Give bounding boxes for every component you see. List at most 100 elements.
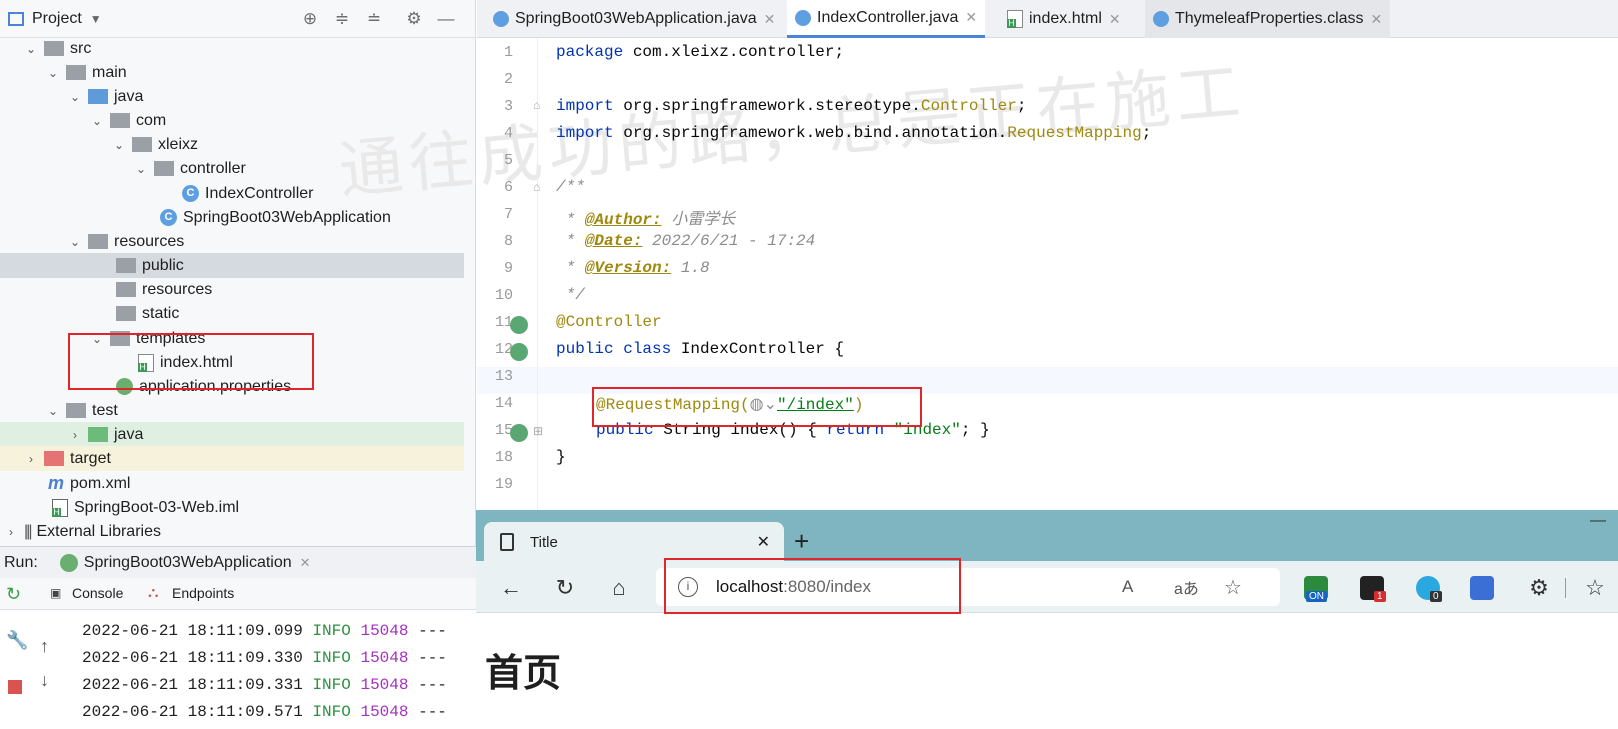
- wrench-icon[interactable]: 🔧: [6, 630, 28, 651]
- minimize-window-icon[interactable]: —: [1590, 512, 1606, 530]
- extensions-icon[interactable]: ⚙: [1526, 575, 1552, 601]
- translate-page-icon[interactable]: aあ: [1174, 575, 1199, 599]
- endpoints-icon: ⛬: [148, 584, 159, 601]
- tree-item-static[interactable]: static: [0, 301, 464, 326]
- rerun-icon[interactable]: ↻: [6, 584, 21, 605]
- chevron-down-icon[interactable]: ⌄: [134, 162, 148, 176]
- tree-item-test-java[interactable]: › java: [0, 422, 464, 447]
- folder-icon: [116, 258, 136, 273]
- class-icon: C: [182, 185, 199, 202]
- run-config-tab[interactable]: SpringBoot03WebApplication: [84, 554, 292, 572]
- fold-icon[interactable]: ⌂: [533, 180, 540, 194]
- line-number: 5: [503, 152, 513, 169]
- run-subtoolbar: ↻ ▣ Console ⛬ Endpoints: [0, 578, 476, 610]
- tree-item-resources[interactable]: ⌄ resources: [0, 229, 464, 254]
- tree-item-label: java: [114, 425, 144, 443]
- tree-item-application[interactable]: C SpringBoot03WebApplication: [0, 205, 464, 230]
- line-number: 3: [503, 98, 513, 115]
- chevron-right-icon[interactable]: ›: [24, 452, 38, 466]
- back-icon[interactable]: ←: [498, 575, 524, 601]
- gear-icon[interactable]: ⚙: [404, 9, 424, 29]
- tree-item-resources-sub[interactable]: resources: [0, 277, 464, 302]
- minimize-icon[interactable]: —: [436, 9, 456, 29]
- tab-index-html[interactable]: index.html✕: [999, 0, 1129, 38]
- tree-item-main[interactable]: ⌄ main: [0, 60, 464, 85]
- resources-folder-icon: [88, 234, 108, 249]
- folder-icon: [66, 65, 86, 80]
- spring-bean-gutter-icon[interactable]: [510, 343, 528, 361]
- run-label: Run:: [4, 553, 38, 571]
- line-number: 2: [503, 71, 513, 88]
- read-aloud-icon[interactable]: A: [1122, 577, 1133, 597]
- folder-icon: [44, 41, 64, 56]
- code-line-12: public class IndexController {: [556, 340, 845, 358]
- tree-item-src[interactable]: ⌄ src: [0, 36, 464, 61]
- close-icon[interactable]: ✕: [300, 555, 311, 571]
- chevron-down-icon[interactable]: ⌄: [24, 42, 38, 56]
- close-icon[interactable]: ✕: [764, 11, 776, 28]
- spring-boot-icon: [59, 553, 78, 572]
- tree-item-public[interactable]: public: [0, 253, 464, 278]
- close-icon[interactable]: ✕: [1371, 11, 1383, 28]
- close-icon[interactable]: ✕: [965, 9, 977, 26]
- tree-item-java[interactable]: ⌄ java: [0, 84, 464, 109]
- html-file-icon: [1007, 10, 1023, 28]
- tab-springboot03webapplication[interactable]: SpringBoot03WebApplication.java ✕: [485, 0, 783, 38]
- tree-item-label: resources: [114, 232, 185, 250]
- fold-icon[interactable]: ⌂: [533, 98, 540, 112]
- favorite-icon[interactable]: ☆: [1224, 575, 1242, 600]
- code-line-18: }: [556, 448, 566, 466]
- new-tab-button[interactable]: +: [794, 526, 809, 557]
- tree-item-label: static: [142, 304, 180, 322]
- tree-item-label: resources: [142, 280, 213, 298]
- tree-item-label: IndexController: [205, 184, 314, 202]
- folder-icon: [116, 306, 136, 321]
- chevron-down-icon[interactable]: ⌄: [46, 404, 60, 418]
- tree-item-target[interactable]: › target: [0, 446, 464, 471]
- tree-item-label: External Libraries: [36, 522, 161, 540]
- arrow-up-icon[interactable]: ↑: [40, 636, 49, 657]
- code-line-1: package com.xleixz.controller;: [556, 43, 845, 61]
- favorites-icon[interactable]: ☆: [1582, 575, 1608, 601]
- spring-bean-gutter-icon[interactable]: [510, 316, 528, 334]
- tree-item-pom[interactable]: m pom.xml: [0, 471, 464, 496]
- translate-extension-icon[interactable]: [1470, 576, 1494, 600]
- chevron-down-icon[interactable]: ⌄: [90, 114, 104, 128]
- code-line-4: import org.springframework.web.bind.anno…: [556, 124, 1152, 142]
- fold-icon[interactable]: ⊞: [533, 424, 543, 438]
- expand-all-icon[interactable]: ≑: [332, 9, 352, 29]
- chevron-down-icon[interactable]: ⌄: [112, 138, 126, 152]
- code-editor[interactable]: 通往成功的路，总是正在施工 1 2 3 4 5 6 7 8 9 10 11 12…: [336, 0, 1618, 510]
- arrow-down-icon[interactable]: ↓: [40, 670, 49, 691]
- tab-indexcontroller[interactable]: IndexController.java ✕: [787, 0, 986, 38]
- tree-item-external-libraries[interactable]: › ||| External Libraries: [0, 519, 464, 544]
- tab-thymeleafproperties[interactable]: ThymeleafProperties.class ✕: [1145, 0, 1391, 38]
- request-mapping-highlight-box: [592, 387, 922, 427]
- chevron-right-icon[interactable]: ›: [4, 525, 18, 539]
- package-icon: [154, 161, 174, 176]
- chevron-down-icon[interactable]: ⌄: [68, 235, 82, 249]
- console-tab[interactable]: Console: [72, 585, 123, 601]
- chevron-down-icon[interactable]: ▼: [90, 12, 102, 26]
- stop-icon[interactable]: [8, 680, 22, 694]
- folder-icon: [116, 282, 136, 297]
- home-icon[interactable]: ⌂: [606, 575, 632, 601]
- refresh-icon[interactable]: ↻: [552, 575, 578, 601]
- extension-on-badge: ON: [1306, 591, 1327, 602]
- endpoints-tab[interactable]: Endpoints: [172, 585, 234, 601]
- chevron-down-icon[interactable]: ⌄: [68, 90, 82, 104]
- code-line-9: * @Version: 1.8: [556, 259, 710, 277]
- browser-tab[interactable]: Title ✕: [484, 522, 784, 562]
- collapse-all-icon[interactable]: ≐: [364, 9, 384, 29]
- chevron-right-icon[interactable]: ›: [68, 428, 82, 442]
- project-title[interactable]: Project: [32, 10, 82, 28]
- close-icon[interactable]: ✕: [1109, 11, 1121, 28]
- tree-item-iml[interactable]: SpringBoot-03-Web.iml: [0, 495, 464, 520]
- class-file-icon: [1153, 11, 1169, 27]
- request-mapping-gutter-icon[interactable]: [510, 424, 528, 442]
- close-icon[interactable]: ✕: [757, 532, 770, 552]
- tree-item-test[interactable]: ⌄ test: [0, 398, 464, 423]
- tree-item-label: com: [136, 111, 167, 129]
- chevron-down-icon[interactable]: ⌄: [46, 66, 60, 80]
- locate-icon[interactable]: ⊕: [300, 9, 320, 29]
